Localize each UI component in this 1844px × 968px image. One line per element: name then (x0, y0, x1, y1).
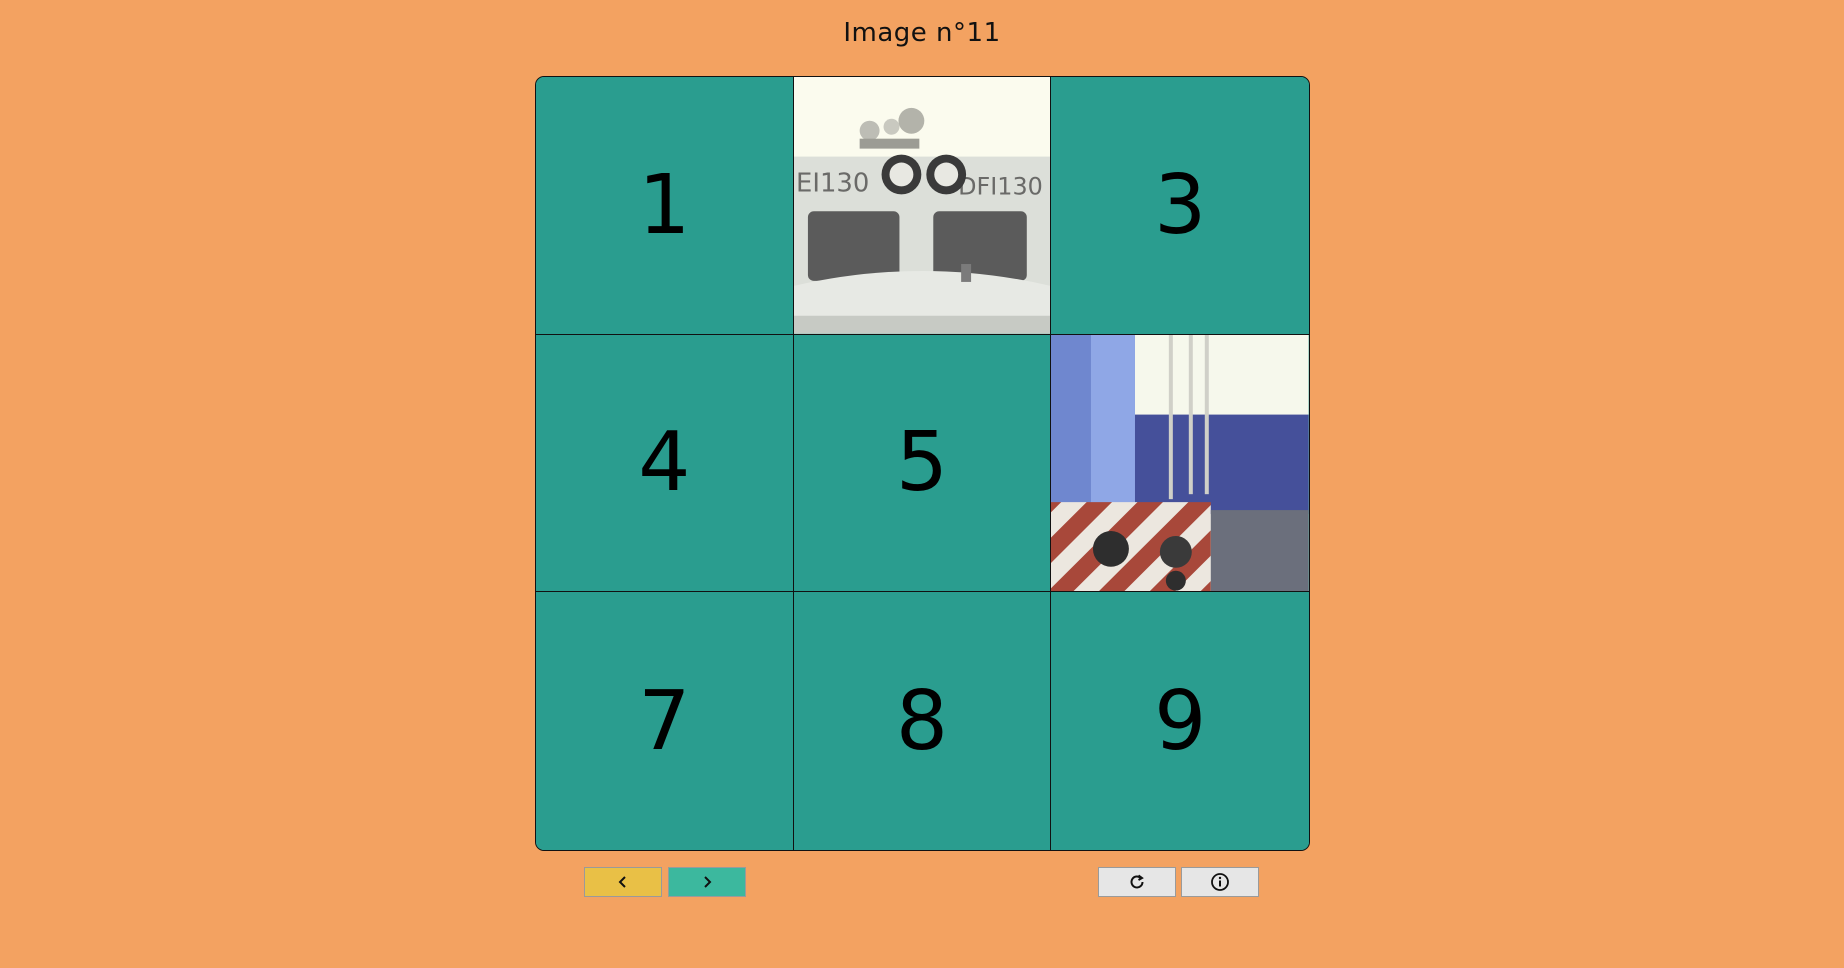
svg-text:DFI130: DFI130 (958, 172, 1043, 200)
puzzle-tile-photo-cab[interactable]: EI130 DFI130 (793, 77, 1052, 335)
puzzle-tile-photo-side[interactable] (1051, 334, 1309, 593)
chevron-left-icon (618, 876, 626, 888)
info-icon (1211, 873, 1229, 891)
next-image-button[interactable] (668, 867, 746, 897)
previous-image-button[interactable] (584, 867, 662, 897)
tile-number: 4 (638, 415, 691, 511)
info-button[interactable] (1181, 867, 1259, 897)
locomotive-side-photo (1051, 334, 1309, 592)
svg-text:EI130: EI130 (796, 168, 869, 198)
puzzle-tile-1[interactable]: 1 (536, 77, 794, 335)
tile-number: 8 (895, 673, 949, 769)
page-title: Image n°11 (843, 18, 1001, 48)
puzzle-board: 1 EI130 DFI130 3 4 5 7 8 9 (535, 76, 1310, 851)
puzzle-tile-8[interactable]: 8 (793, 592, 1052, 850)
reset-button[interactable] (1098, 867, 1176, 897)
puzzle-tile-9[interactable]: 9 (1051, 592, 1309, 850)
puzzle-tile-4[interactable]: 4 (536, 334, 794, 593)
tile-number: 5 (895, 415, 949, 511)
tile-number: 1 (638, 157, 691, 253)
chevron-right-icon (704, 876, 712, 888)
puzzle-tile-3[interactable]: 3 (1051, 77, 1309, 335)
tile-number: 9 (1154, 673, 1207, 769)
refresh-icon (1130, 874, 1144, 889)
puzzle-tile-5[interactable]: 5 (793, 334, 1052, 593)
tile-number: 3 (1154, 157, 1207, 253)
puzzle-tile-7[interactable]: 7 (536, 592, 794, 850)
locomotive-cab-photo: EI130 DFI130 (793, 77, 1051, 334)
tile-number: 7 (638, 673, 691, 769)
